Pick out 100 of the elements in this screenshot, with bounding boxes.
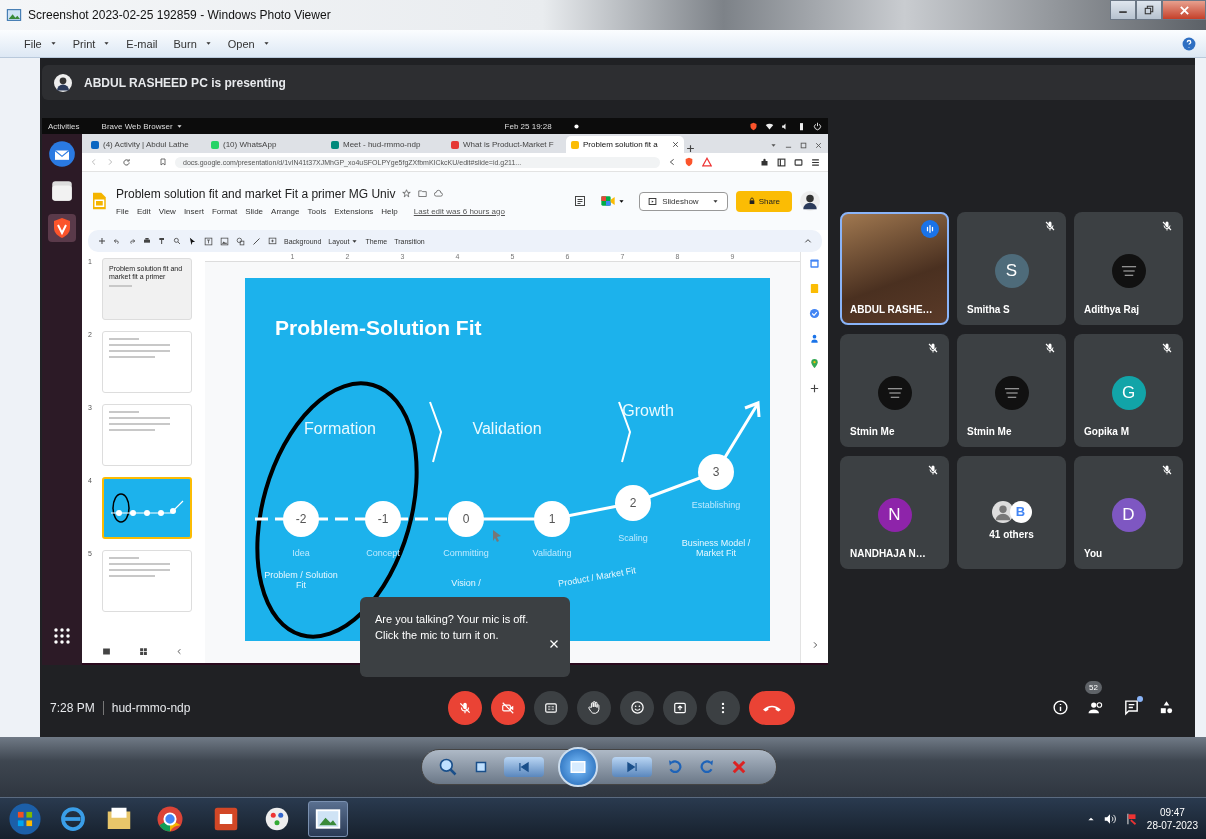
puzzle-icon[interactable] [760, 157, 769, 167]
menu-item[interactable]: Insert [183, 206, 204, 216]
participant-tile[interactable]: S Smitha S [957, 211, 1066, 325]
chat-button[interactable] [1123, 699, 1140, 716]
participant-tile[interactable]: Adithya Raj [1074, 211, 1183, 325]
star-icon[interactable] [402, 189, 412, 198]
text-box-icon[interactable] [204, 236, 213, 246]
start-button-icon[interactable] [8, 801, 42, 836]
rotate-right-icon[interactable] [698, 758, 716, 776]
calendar-icon[interactable] [809, 258, 820, 269]
browser-tab[interactable]: Problem solution fit a [566, 136, 684, 153]
browser-tab[interactable]: Meet - hud-rmmo-ndp [326, 136, 444, 153]
close-button[interactable] [1162, 0, 1206, 20]
shape-icon[interactable] [236, 236, 245, 246]
menu-item[interactable]: E-mail [126, 37, 158, 50]
menu-item[interactable]: Tools [307, 206, 327, 216]
new-slide-icon[interactable] [98, 237, 106, 245]
folder-icon[interactable] [49, 178, 75, 204]
select-icon[interactable] [188, 236, 197, 246]
share-button[interactable]: Share [735, 190, 792, 212]
participant-tile[interactable]: ABDUL RASHE… [840, 211, 949, 325]
menu-item[interactable]: File [24, 37, 57, 50]
collapse-icon[interactable] [804, 237, 812, 245]
redo-icon[interactable] [128, 237, 136, 245]
camera-button[interactable] [491, 690, 525, 725]
menu-item[interactable]: File [116, 206, 129, 216]
sidebar-icon[interactable] [777, 157, 786, 167]
maximize-button[interactable] [1136, 0, 1162, 20]
share-icon[interactable] [668, 158, 676, 166]
browser-tab[interactable]: What is Product-Market F [446, 136, 564, 153]
app-menu[interactable]: Brave Web Browser [101, 121, 183, 131]
participant-tile[interactable]: B 41 others [957, 455, 1066, 569]
menu-item[interactable]: Slide [245, 206, 264, 216]
slideshow-button[interactable]: Slideshow [639, 191, 728, 211]
slide-thumbnail[interactable] [102, 550, 192, 612]
emoji-button[interactable] [620, 690, 654, 725]
menu-item[interactable]: Edit [136, 206, 151, 216]
clock-time[interactable]: 09:47 [1159, 805, 1185, 819]
raise-hand-button[interactable] [577, 690, 611, 725]
slide-thumbnail[interactable] [102, 477, 192, 539]
bookmark-icon[interactable] [159, 158, 167, 166]
browser-tab[interactable]: (4) Activity | Abdul Lathe [86, 136, 204, 153]
rotate-left-icon[interactable] [666, 758, 684, 776]
tasks-icon[interactable] [809, 308, 820, 319]
map-pin-icon[interactable] [809, 358, 820, 369]
menu-item[interactable]: Open [227, 37, 270, 50]
captions-button[interactable] [534, 690, 568, 725]
minimize-button[interactable] [1110, 0, 1136, 20]
zoom-icon[interactable] [173, 237, 181, 245]
help-icon[interactable] [1182, 36, 1196, 51]
grid-view-icon[interactable] [139, 646, 148, 656]
participant-tile[interactable]: D You [1074, 455, 1183, 569]
image-icon[interactable] [220, 236, 229, 246]
menu-item[interactable]: Arrange [271, 206, 300, 216]
reload-icon[interactable] [122, 157, 131, 167]
line-icon[interactable] [252, 236, 261, 246]
comments-icon[interactable] [574, 195, 587, 207]
document-title[interactable]: Problem solution fit and market Fit a primer MG Univ [116, 186, 396, 201]
clock-date[interactable]: 28-07-2023 [1146, 818, 1198, 832]
video-call-icon[interactable] [600, 193, 617, 209]
slide-thumbnail[interactable] [102, 331, 192, 393]
info-button[interactable] [1052, 699, 1069, 716]
restore-icon[interactable] [800, 142, 807, 149]
mail-app-icon[interactable] [48, 140, 76, 168]
menu-icon[interactable] [811, 157, 820, 167]
menu-item[interactable]: Print [72, 37, 111, 50]
menu-item[interactable]: Extensions [334, 206, 374, 216]
account-avatar-icon[interactable] [800, 191, 820, 211]
contacts-icon[interactable] [809, 333, 820, 344]
wallet-icon[interactable] [794, 157, 803, 167]
microphone-button[interactable] [448, 690, 482, 725]
participant-tile[interactable]: Stmin Me [840, 333, 949, 447]
slideshow-button[interactable] [558, 747, 598, 787]
paint-format-icon[interactable] [158, 237, 166, 245]
print-icon[interactable] [143, 237, 151, 245]
app-grid-icon[interactable] [53, 627, 71, 645]
present-button[interactable] [663, 690, 697, 725]
cloud-icon[interactable] [434, 189, 444, 198]
activities-button[interactable]: Activities [48, 121, 80, 131]
end-call-button[interactable] [749, 690, 795, 725]
last-edit-link[interactable]: Last edit was 6 hours ago [413, 206, 505, 216]
participant-tile[interactable]: Stmin Me [957, 333, 1066, 447]
close-tab-icon[interactable] [672, 141, 679, 148]
undo-icon[interactable] [113, 237, 121, 245]
flag-icon[interactable] [1124, 811, 1139, 826]
menu-item[interactable]: Format [211, 206, 238, 216]
menu-item[interactable]: Help [381, 206, 398, 216]
new-tab-icon[interactable] [686, 144, 695, 153]
menu-item[interactable]: Burn [173, 37, 212, 50]
shield-icon[interactable] [684, 157, 694, 167]
close-icon[interactable] [815, 142, 822, 149]
zoom-icon[interactable] [438, 757, 458, 777]
browser-tab[interactable]: (10) WhatsApp [206, 136, 324, 153]
slide-thumbnail[interactable] [102, 404, 192, 466]
add-icon[interactable] [809, 383, 820, 394]
participant-tile[interactable]: N NANDHAJA N… [840, 455, 949, 569]
participant-tile[interactable]: G Gopika M [1074, 333, 1183, 447]
menu-item[interactable]: View [158, 206, 176, 216]
triangle-icon[interactable] [702, 157, 712, 167]
list-view-icon[interactable] [102, 646, 111, 656]
